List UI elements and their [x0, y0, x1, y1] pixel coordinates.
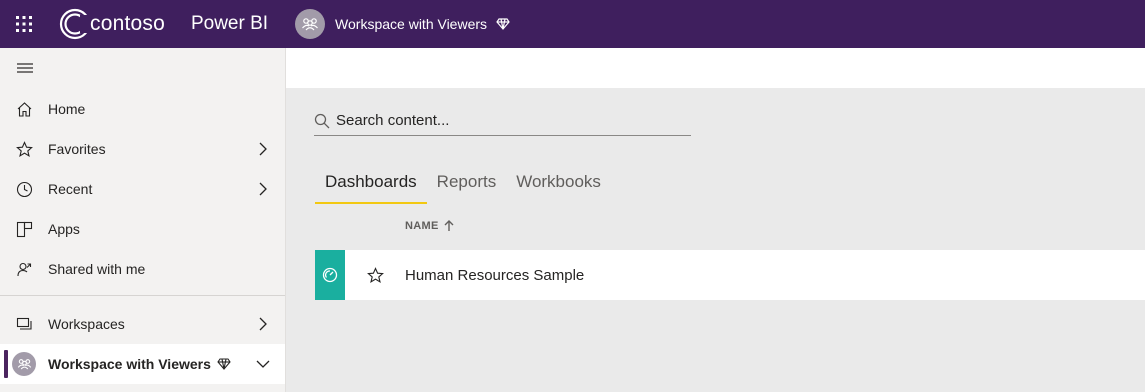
content-tabs: Dashboards Reports Workbooks: [315, 164, 611, 204]
diamond-icon: [217, 358, 231, 370]
tab-dashboards[interactable]: Dashboards: [315, 164, 427, 204]
column-header-name[interactable]: NAME: [405, 220, 454, 232]
tab-workbooks[interactable]: Workbooks: [506, 164, 611, 204]
sidebar-item-recent[interactable]: Recent: [0, 169, 285, 209]
sidebar-item-label: Recent: [48, 181, 93, 197]
apps-icon: [15, 220, 33, 238]
home-icon: [15, 100, 33, 118]
clock-icon: [15, 180, 33, 198]
sidebar-item-home[interactable]: Home: [0, 89, 285, 129]
sidebar-item-label: Workspace with Viewers: [48, 356, 211, 372]
sidebar-item-workspaces[interactable]: Workspaces: [0, 304, 285, 344]
tab-reports[interactable]: Reports: [427, 164, 507, 204]
search-input[interactable]: [336, 112, 676, 129]
people-icon: [295, 9, 326, 39]
top-bar: contoso Power BI Workspace with Viewers: [0, 0, 1145, 48]
star-icon: [15, 140, 33, 158]
workspaces-icon: [15, 315, 33, 333]
chevron-right-icon[interactable]: [256, 317, 270, 331]
item-name-link[interactable]: Human Resources Sample: [405, 267, 584, 284]
chevron-right-icon[interactable]: [256, 142, 270, 156]
sidebar-item-label: Workspaces: [48, 316, 125, 332]
chevron-right-icon[interactable]: [256, 182, 270, 196]
waffle-icon[interactable]: [0, 0, 48, 48]
dashboard-icon: [315, 250, 345, 300]
table-row[interactable]: Human Resources Sample: [315, 250, 1145, 300]
active-indicator: [4, 350, 8, 378]
contoso-logo[interactable]: contoso: [58, 0, 165, 48]
diamond-icon: [496, 18, 510, 30]
sidebar-item-label: Home: [48, 101, 86, 117]
sidebar-divider: [0, 295, 285, 296]
sidebar-item-label: Apps: [48, 221, 80, 237]
workspace-title[interactable]: Workspace with Viewers: [335, 16, 487, 32]
sidebar: Home Favorites Recent Apps Shared with m…: [0, 48, 286, 392]
search-box[interactable]: [314, 106, 691, 136]
people-icon: [12, 352, 36, 376]
logo-text: contoso: [90, 12, 165, 35]
content-area: Dashboards Reports Workbooks NAME Human …: [286, 88, 1145, 392]
search-icon: [314, 112, 332, 130]
sidebar-item-label: Shared with me: [48, 261, 146, 277]
sidebar-item-shared[interactable]: Shared with me: [0, 249, 285, 289]
shared-icon: [15, 260, 33, 278]
sidebar-item-label: Favorites: [48, 141, 106, 157]
sidebar-item-active-workspace[interactable]: Workspace with Viewers: [0, 344, 285, 384]
column-header-label: NAME: [405, 220, 439, 232]
hamburger-icon[interactable]: [16, 61, 34, 77]
sidebar-item-favorites[interactable]: Favorites: [0, 129, 285, 169]
sidebar-item-apps[interactable]: Apps: [0, 209, 285, 249]
product-name[interactable]: Power BI: [191, 13, 268, 35]
favorite-star-icon[interactable]: [365, 265, 385, 285]
main-header-area: [286, 48, 1145, 88]
sort-ascending-icon: [444, 220, 454, 231]
chevron-down-icon[interactable]: [256, 357, 270, 371]
contoso-logo-mark: [59, 8, 92, 40]
